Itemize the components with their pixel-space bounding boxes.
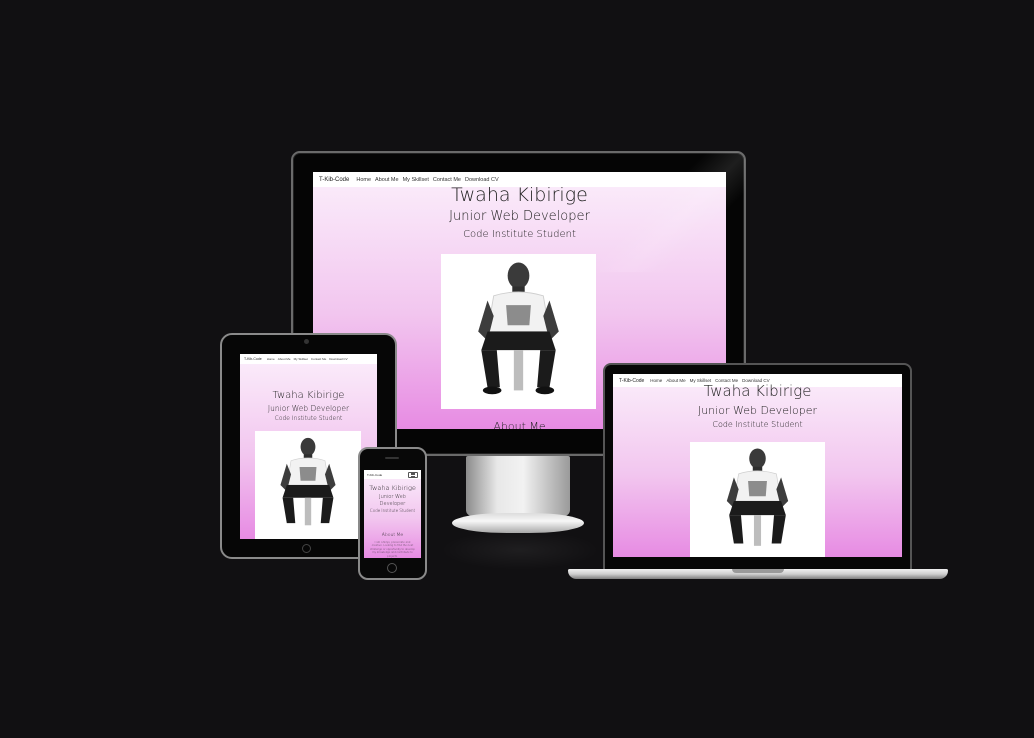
nav-link-home[interactable]: Home: [267, 357, 275, 361]
nav-link-about[interactable]: About Me: [278, 357, 291, 361]
profile-photo: [690, 442, 825, 557]
tablet-screen: T-Kib-Code Home About Me My Skillset Con…: [240, 354, 377, 539]
about-paragraph: I am a Ninja, passionate and creative. L…: [370, 541, 415, 558]
site-navbar: T-Kib-Code Home About Me My Skillset Con…: [240, 354, 377, 364]
phone-home-button: [387, 563, 397, 573]
profile-photo: [441, 254, 596, 409]
tablet-home-button: [302, 544, 311, 553]
nav-link-skillset[interactable]: My Skillset: [403, 177, 429, 183]
nav-link-download-cv[interactable]: Download CV: [465, 177, 499, 183]
hero-subtitle: Code Institute Student: [463, 229, 576, 240]
floor-reflection: [440, 530, 600, 570]
hamburger-icon[interactable]: [408, 471, 418, 478]
person-portrait-image: [441, 254, 596, 409]
hero-role: Junior Web Developer: [697, 404, 818, 417]
laptop-opening-notch: [732, 569, 784, 573]
site-brand-link[interactable]: T-Kib-Code: [367, 473, 382, 477]
tablet-camera: [304, 339, 309, 344]
monitor-stand-neck: [466, 456, 570, 516]
hero-name: Twaha Kibirige: [703, 382, 812, 400]
nav-link-home[interactable]: Home: [356, 177, 371, 183]
laptop-screen: T-Kib-Code Home About Me My Skillset Con…: [613, 374, 902, 557]
hero-name: Twaha Kibirige: [272, 390, 345, 401]
person-portrait-image: [698, 442, 817, 557]
site-brand-link[interactable]: T-Kib-Code: [244, 357, 262, 361]
hero-subtitle: Code Institute Student: [274, 415, 343, 422]
hero-name: Twaha Kibirige: [369, 484, 416, 492]
phone-screen: T-Kib-Code Twaha Kibirige Junior Web Dev…: [364, 470, 421, 558]
phone-speaker: [385, 457, 399, 459]
site-brand-link[interactable]: T-Kib-Code: [319, 177, 349, 183]
nav-link-skillset[interactable]: My Skillset: [294, 357, 308, 361]
person-portrait-image: [255, 432, 361, 538]
nav-link-contact[interactable]: Contact Me: [311, 357, 326, 361]
nav-link-contact[interactable]: Contact Me: [433, 177, 461, 183]
hero-name: Twaha Kibirige: [451, 184, 588, 206]
monitor-stand-foot: [452, 513, 584, 533]
nav-link-about[interactable]: About Me: [375, 177, 399, 183]
hero-role: Junior Web Developer: [449, 209, 590, 224]
nav-link-download-cv[interactable]: Download CV: [329, 357, 347, 361]
site-navbar: T-Kib-Code: [364, 470, 421, 479]
hero-subtitle: Code Institute Student: [369, 508, 416, 513]
profile-photo: [255, 431, 361, 539]
hero-role: Junior Web Developer: [267, 404, 350, 413]
hero-role: Junior Web Developer: [379, 494, 406, 507]
about-heading: About Me: [381, 533, 404, 538]
hero-subtitle: Code Institute Student: [712, 420, 803, 429]
